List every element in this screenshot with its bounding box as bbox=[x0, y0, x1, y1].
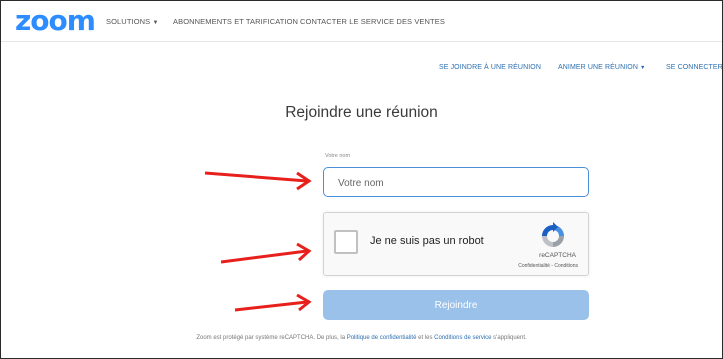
caret-down-icon: ▼ bbox=[640, 65, 646, 71]
recaptcha-widget: Je ne suis pas un robot reCAPTCHA Confid… bbox=[323, 212, 589, 276]
link-host-meeting-label: ANIMER UNE RÉUNION bbox=[558, 64, 638, 71]
caret-down-icon: ▼ bbox=[152, 20, 159, 26]
link-sign-in[interactable]: SE CONNECTER bbox=[666, 64, 723, 71]
red-arrow-icon bbox=[220, 242, 312, 264]
nav-pricing[interactable]: ABONNEMENTS ET TARIFICATION bbox=[173, 17, 298, 26]
recaptcha-checkbox[interactable] bbox=[334, 230, 358, 254]
name-field-label: Votre nom bbox=[325, 153, 351, 159]
nav-solutions-label: SOLUTIONS bbox=[106, 17, 151, 26]
link-host-meeting[interactable]: ANIMER UNE RÉUNION ▼ bbox=[558, 64, 646, 71]
recaptcha-terms-link[interactable]: Conditions bbox=[554, 263, 578, 269]
footer-text-2: et les bbox=[416, 335, 435, 341]
red-arrow-icon bbox=[234, 294, 312, 312]
recaptcha-logo-icon bbox=[542, 222, 564, 247]
recaptcha-links: Confidentialité - Conditions bbox=[518, 263, 578, 269]
nav-solutions[interactable]: SOLUTIONS ▼ bbox=[106, 17, 158, 26]
top-navigation-bar: zoom SOLUTIONS ▼ ABONNEMENTS ET TARIFICA… bbox=[1, 1, 722, 42]
join-button[interactable]: Rejoindre bbox=[323, 290, 589, 320]
name-field-container bbox=[323, 167, 589, 197]
footer-text-1: Zoom est protégé par système reCAPTCHA. … bbox=[196, 335, 347, 341]
link-join-meeting[interactable]: SE JOINDRE À UNE RÉUNION bbox=[439, 64, 541, 71]
footer-terms-link[interactable]: Conditions de service bbox=[434, 335, 491, 341]
footer-privacy-link[interactable]: Politique de confidentialité bbox=[347, 335, 417, 341]
recaptcha-brand: reCAPTCHA bbox=[539, 252, 576, 259]
footer-notice: Zoom est protégé par système reCAPTCHA. … bbox=[0, 335, 723, 341]
name-input[interactable] bbox=[336, 169, 580, 197]
recaptcha-label: Je ne suis pas un robot bbox=[370, 235, 484, 247]
recaptcha-privacy-link[interactable]: Confidentialité bbox=[518, 263, 550, 269]
footer-text-3: s'appliquent. bbox=[491, 335, 527, 341]
page-title: Rejoindre une réunion bbox=[285, 104, 438, 121]
nav-contact-sales[interactable]: CONTACTER LE SERVICE DES VENTES bbox=[300, 17, 445, 26]
red-arrow-icon bbox=[204, 171, 312, 191]
zoom-logo[interactable]: zoom bbox=[15, 5, 96, 37]
